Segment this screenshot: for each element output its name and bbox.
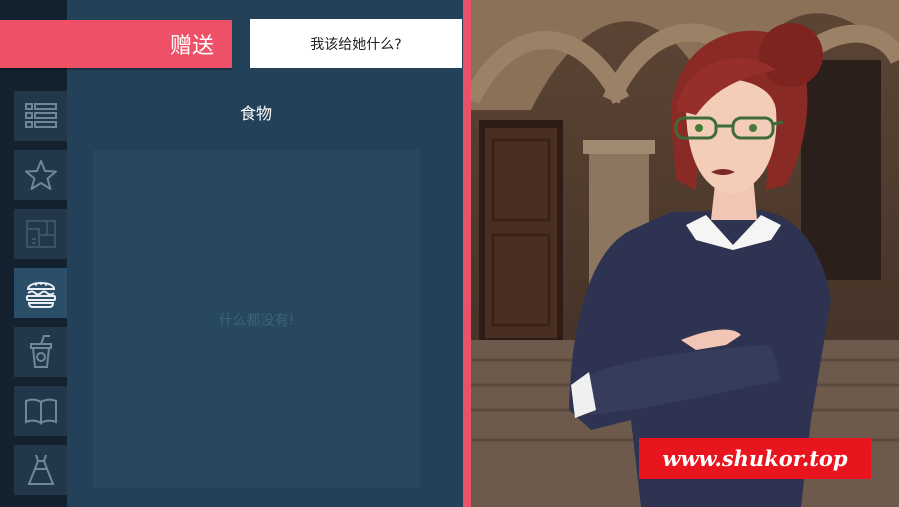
- list-icon: [24, 103, 57, 128]
- scene-illustration: [471, 0, 899, 507]
- star-icon: [24, 160, 57, 190]
- category-button-list[interactable]: [14, 91, 67, 141]
- question-text: 我该给她什么?: [310, 36, 402, 53]
- watermark: www.shukor.top: [639, 438, 871, 479]
- gift-tab[interactable]: 赠送: [0, 20, 232, 68]
- drink-icon: [29, 335, 52, 368]
- burger-icon: [25, 282, 56, 308]
- category-title: 食物: [239, 104, 272, 123]
- watermark-text: www.shukor.top: [662, 446, 848, 471]
- character-scene: [471, 0, 899, 507]
- book-icon: [24, 398, 57, 425]
- empty-message: 什么都没有!: [218, 313, 295, 329]
- category-button-furniture[interactable]: [14, 209, 67, 259]
- category-button-drinks[interactable]: [14, 327, 67, 377]
- question-box: 我该给她什么?: [250, 19, 462, 68]
- blueprint-icon: [25, 220, 56, 248]
- category-button-clothing[interactable]: [14, 445, 67, 495]
- panel-divider: [463, 0, 471, 507]
- gift-tab-label: 赠送: [169, 34, 214, 59]
- category-button-food[interactable]: [14, 268, 67, 318]
- items-grid: 什么都没有!: [93, 150, 420, 488]
- dress-icon: [27, 454, 54, 485]
- category-button-favorites[interactable]: [14, 150, 67, 200]
- category-button-books[interactable]: [14, 386, 67, 436]
